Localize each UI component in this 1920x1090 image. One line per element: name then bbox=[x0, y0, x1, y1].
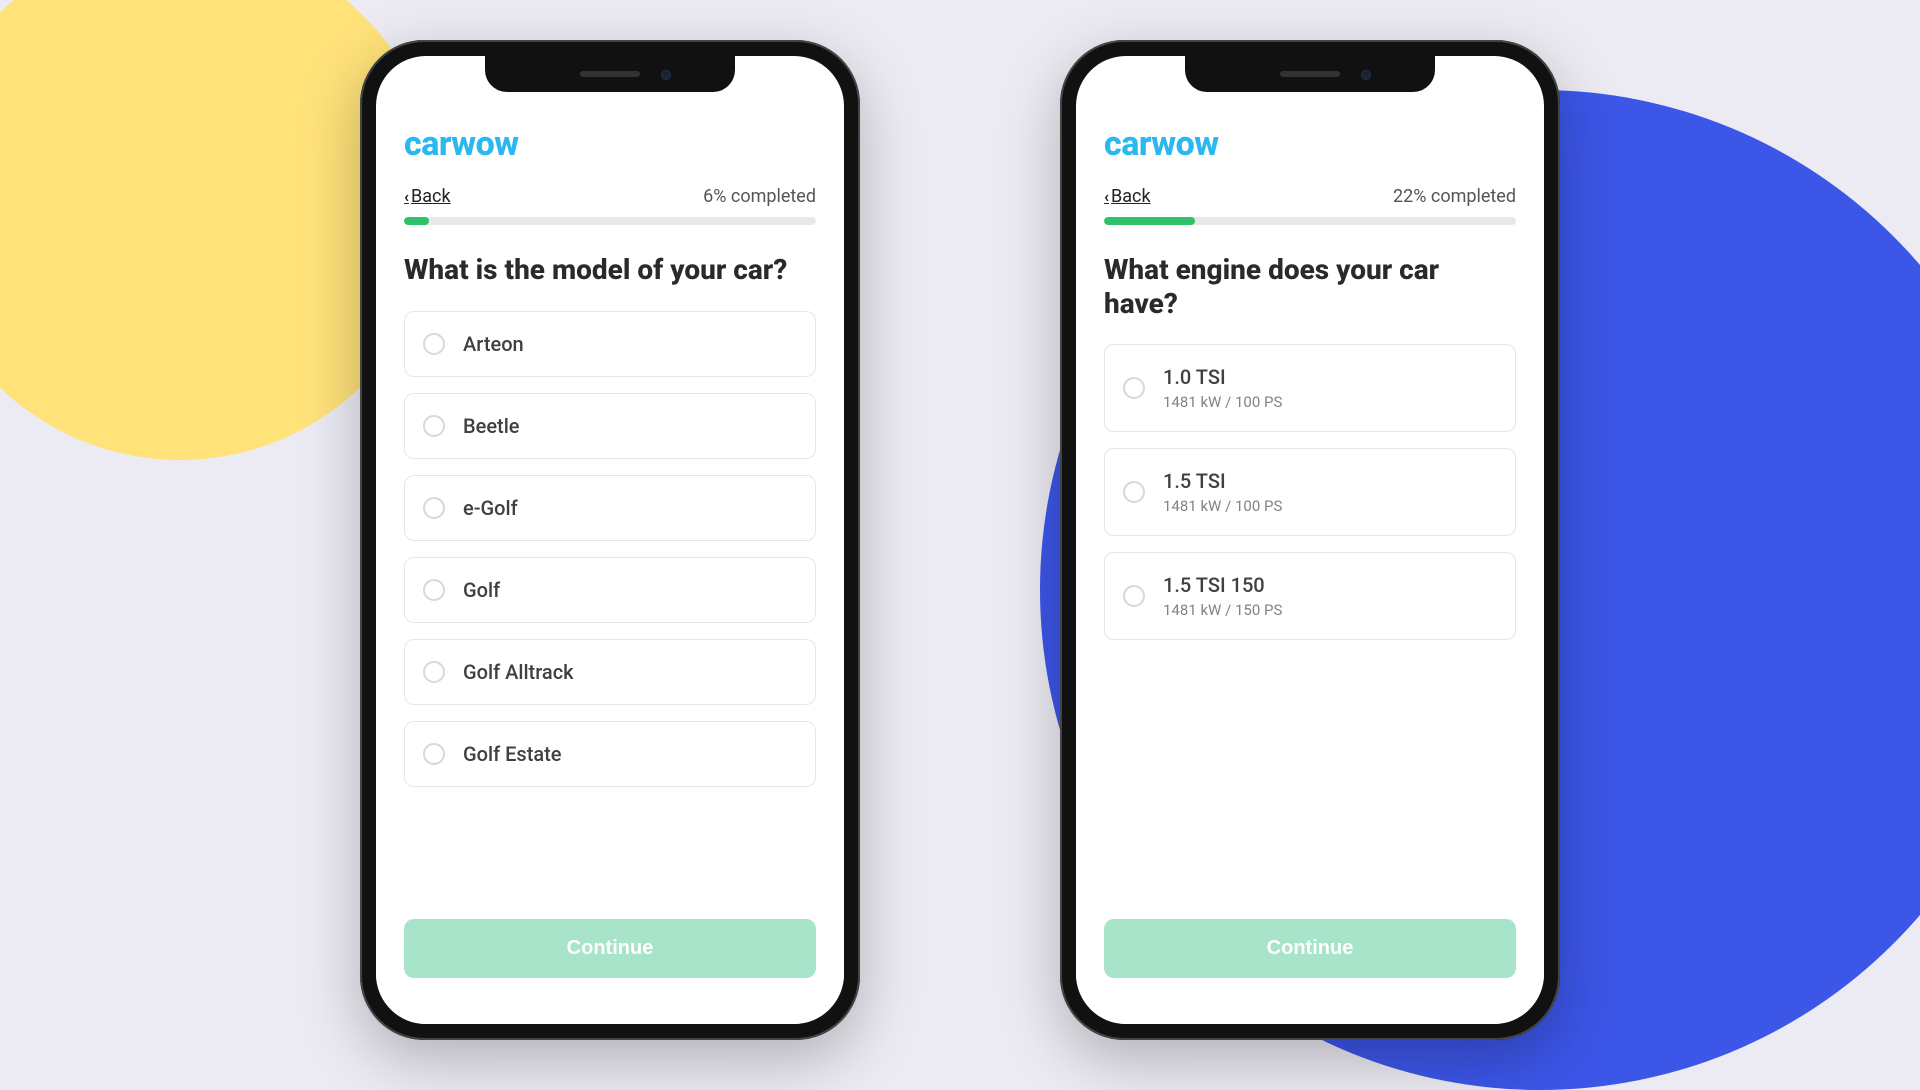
option-label: 1.5 TSI 150 bbox=[1163, 573, 1282, 597]
phone-notch bbox=[1185, 56, 1435, 92]
option-label: Golf Estate bbox=[463, 742, 562, 766]
camera-icon bbox=[1361, 70, 1371, 80]
content-area: carwow ‹ Back 6% completed What is the m… bbox=[376, 56, 844, 905]
progress-bar bbox=[404, 217, 816, 225]
radio-icon bbox=[423, 743, 445, 765]
back-label: Back bbox=[411, 186, 451, 207]
continue-button[interactable]: Continue bbox=[1104, 919, 1516, 978]
option-label: 1.0 TSI bbox=[1163, 365, 1282, 389]
radio-icon bbox=[423, 579, 445, 601]
option-list: Arteon Beetle e-Golf Golf Golf Alltrack bbox=[404, 311, 816, 905]
content-area: carwow ‹ Back 22% completed What engine … bbox=[1076, 56, 1544, 905]
option-golf-estate[interactable]: Golf Estate bbox=[404, 721, 816, 787]
progress-text: 22% completed bbox=[1393, 186, 1516, 207]
phone-mock-left: carwow ‹ Back 6% completed What is the m… bbox=[360, 40, 860, 1040]
screen-right: carwow ‹ Back 22% completed What engine … bbox=[1076, 56, 1544, 1024]
footer-area: Continue bbox=[376, 905, 844, 1024]
chevron-left-icon: ‹ bbox=[404, 187, 409, 206]
radio-icon bbox=[1123, 585, 1145, 607]
phone-mock-right: carwow ‹ Back 22% completed What engine … bbox=[1060, 40, 1560, 1040]
progress-text: 6% completed bbox=[703, 186, 816, 207]
option-golf[interactable]: Golf bbox=[404, 557, 816, 623]
option-1-0-tsi[interactable]: 1.0 TSI 1481 kW / 100 PS bbox=[1104, 344, 1516, 432]
option-e-golf[interactable]: e-Golf bbox=[404, 475, 816, 541]
option-beetle[interactable]: Beetle bbox=[404, 393, 816, 459]
option-arteon[interactable]: Arteon bbox=[404, 311, 816, 377]
top-bar: ‹ Back 6% completed bbox=[404, 186, 816, 207]
back-label: Back bbox=[1111, 186, 1151, 207]
back-button[interactable]: ‹ Back bbox=[404, 186, 451, 207]
radio-icon bbox=[423, 661, 445, 683]
option-label: Golf bbox=[463, 578, 500, 602]
option-label: Arteon bbox=[463, 332, 524, 356]
radio-icon bbox=[1123, 377, 1145, 399]
option-1-5-tsi-150[interactable]: 1.5 TSI 150 1481 kW / 150 PS bbox=[1104, 552, 1516, 640]
footer-area: Continue bbox=[1076, 905, 1544, 1024]
top-bar: ‹ Back 22% completed bbox=[1104, 186, 1516, 207]
progress-bar bbox=[1104, 217, 1516, 225]
brand-logo: carwow bbox=[404, 124, 816, 164]
option-label: e-Golf bbox=[463, 496, 518, 520]
progress-fill bbox=[404, 217, 429, 225]
option-sublabel: 1481 kW / 100 PS bbox=[1163, 497, 1282, 515]
option-label: Beetle bbox=[463, 414, 520, 438]
continue-button[interactable]: Continue bbox=[404, 919, 816, 978]
progress-fill bbox=[1104, 217, 1195, 225]
screen-left: carwow ‹ Back 6% completed What is the m… bbox=[376, 56, 844, 1024]
radio-icon bbox=[1123, 481, 1145, 503]
option-sublabel: 1481 kW / 150 PS bbox=[1163, 601, 1282, 619]
speaker-icon bbox=[580, 71, 640, 77]
option-list: 1.0 TSI 1481 kW / 100 PS 1.5 TSI 1481 kW… bbox=[1104, 344, 1516, 905]
phone-notch bbox=[485, 56, 735, 92]
radio-icon bbox=[423, 497, 445, 519]
chevron-left-icon: ‹ bbox=[1104, 187, 1109, 206]
radio-icon bbox=[423, 415, 445, 437]
brand-logo: carwow bbox=[1104, 124, 1516, 164]
speaker-icon bbox=[1280, 71, 1340, 77]
option-label: 1.5 TSI bbox=[1163, 469, 1282, 493]
question-heading: What is the model of your car? bbox=[404, 253, 816, 287]
option-label: Golf Alltrack bbox=[463, 660, 574, 684]
option-1-5-tsi[interactable]: 1.5 TSI 1481 kW / 100 PS bbox=[1104, 448, 1516, 536]
question-heading: What engine does your car have? bbox=[1104, 253, 1516, 320]
option-sublabel: 1481 kW / 100 PS bbox=[1163, 393, 1282, 411]
option-golf-alltrack[interactable]: Golf Alltrack bbox=[404, 639, 816, 705]
back-button[interactable]: ‹ Back bbox=[1104, 186, 1151, 207]
camera-icon bbox=[661, 70, 671, 80]
radio-icon bbox=[423, 333, 445, 355]
